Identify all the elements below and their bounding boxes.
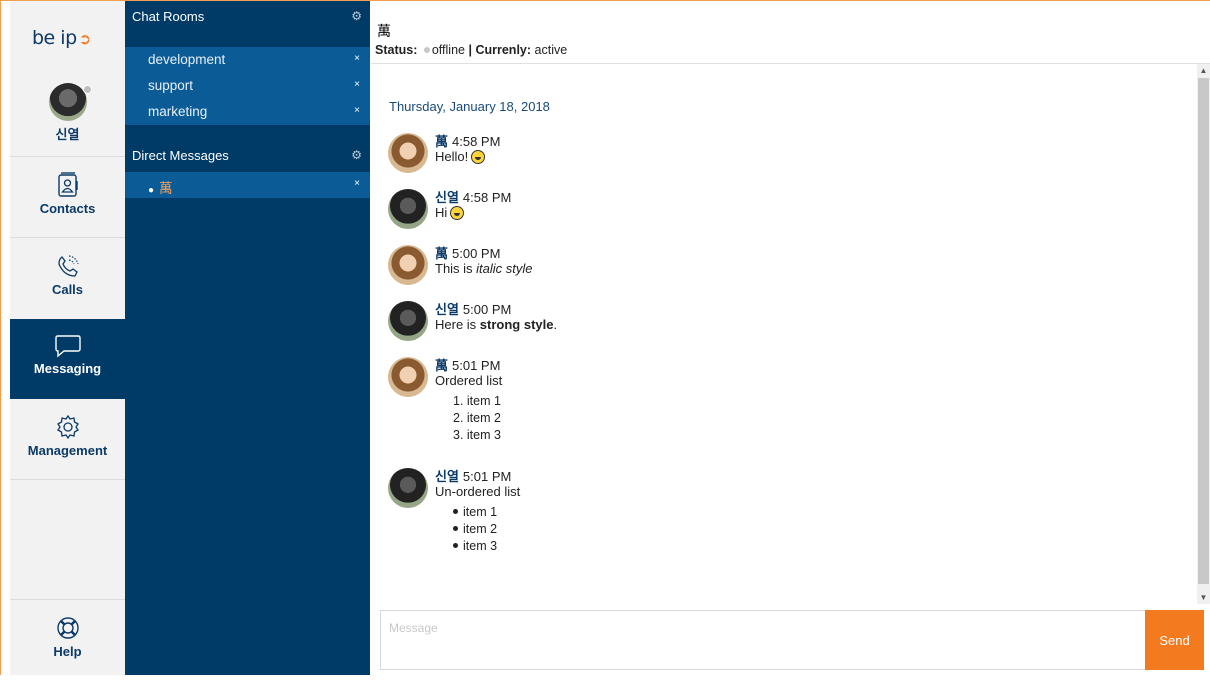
message-time: 4:58 PM — [452, 134, 501, 149]
chat-rooms-header: Chat Rooms ⚙ — [125, 1, 370, 33]
close-icon[interactable]: × — [354, 53, 360, 64]
nav-help[interactable]: Help — [10, 600, 125, 680]
message-author: 신열 — [435, 190, 459, 205]
bullet-icon — [453, 543, 458, 548]
rail-divider — [10, 479, 125, 480]
status-line: Status: offline | Currenly: active — [375, 43, 568, 57]
message-author: 萬 — [435, 134, 449, 149]
ordered-list: 1. item 1 2. item 2 3. item 3 — [453, 393, 501, 444]
room-item-marketing[interactable]: marketing × — [125, 99, 370, 125]
left-rail: be ip ➲ 신열 Contacts Calls Messaging Mana… — [10, 1, 126, 675]
dm-label: 萬 — [159, 181, 173, 196]
message-author: 신열 — [435, 469, 459, 484]
close-icon[interactable]: × — [354, 79, 360, 90]
message-input[interactable] — [380, 610, 1145, 670]
direct-messages-header: Direct Messages ⚙ — [125, 140, 370, 172]
presence-dot-icon: ● — [148, 185, 155, 196]
status-dot-icon — [423, 47, 430, 53]
message-text: Here is — [435, 317, 480, 332]
list-item: 1. item 1 — [453, 394, 501, 408]
message-list[interactable]: Thursday, January 18, 2018 萬 4:58 PM Hell… — [371, 64, 1197, 604]
nav-messaging[interactable]: Messaging — [10, 319, 125, 399]
list-item: 3. item 3 — [453, 428, 501, 442]
list-item: item 3 — [453, 538, 497, 555]
chat-rooms-settings-icon[interactable]: ⚙ — [351, 9, 362, 23]
message-text: Ordered list — [435, 373, 503, 388]
unordered-list: item 1 item 2 item 3 — [453, 504, 497, 555]
logo-mark-icon: ➲ — [78, 30, 92, 48]
room-item-support[interactable]: support × — [125, 73, 370, 99]
user-avatar[interactable] — [49, 83, 87, 121]
avatar — [388, 468, 428, 508]
message-author: 신열 — [435, 302, 459, 317]
currently-value: active — [534, 43, 568, 57]
message-text: Hi — [435, 205, 448, 220]
contacts-icon — [57, 172, 78, 197]
list-item: 2. item 2 — [453, 411, 501, 425]
message-author: 萬 — [435, 358, 449, 373]
currently-label: Currenly: — [475, 43, 532, 57]
grin-emoji-icon — [450, 206, 465, 220]
list-item: item 2 — [453, 521, 497, 538]
close-icon[interactable]: × — [354, 178, 360, 189]
message-time: 4:58 PM — [462, 190, 512, 205]
avatar — [388, 189, 428, 229]
message-time: 5:01 PM — [462, 469, 512, 484]
room-label: marketing — [148, 104, 208, 119]
bullet-icon — [453, 526, 458, 531]
date-separator: Thursday, January 18, 2018 — [389, 99, 550, 114]
bold-text: strong style — [479, 317, 554, 332]
avatar — [388, 301, 428, 341]
lifebuoy-icon — [56, 617, 79, 639]
dm-item[interactable]: ● 萬 × — [125, 172, 370, 198]
chat-bubble-icon — [54, 335, 81, 358]
bullet-icon — [453, 509, 458, 514]
message-scrollbar[interactable]: ▲ ▼ — [1197, 64, 1210, 604]
gear-icon — [56, 414, 79, 440]
room-label: support — [148, 78, 194, 93]
user-name: 신열 — [55, 127, 80, 142]
nav-contacts[interactable]: Contacts — [10, 157, 125, 237]
direct-messages-settings-icon[interactable]: ⚙ — [351, 148, 362, 162]
room-label: development — [148, 52, 226, 67]
message-text: Un-ordered list — [435, 484, 521, 499]
close-icon[interactable]: × — [354, 105, 360, 116]
message-author: 萬 — [435, 246, 449, 261]
nav-help-label: Help — [53, 644, 82, 659]
avatar — [388, 133, 428, 173]
list-item: item 1 — [453, 504, 497, 521]
nav-messaging-label: Messaging — [33, 361, 102, 376]
presence-indicator-icon — [83, 85, 92, 94]
phone-icon — [57, 255, 79, 277]
nav-management-label: Management — [27, 443, 108, 458]
message-time: 5:00 PM — [452, 246, 501, 261]
smile-emoji-icon — [471, 150, 486, 164]
avatar — [388, 357, 428, 397]
nav-management[interactable]: Management — [10, 399, 125, 479]
status-value: offline — [431, 43, 465, 57]
nav-calls-label: Calls — [51, 282, 84, 297]
conversation-pane: 萬 Status: offline | Currenly: active Thu… — [371, 1, 1210, 675]
channels-panel: Chat Rooms ⚙ development × support × mar… — [125, 1, 370, 675]
nav-calls[interactable]: Calls — [10, 238, 125, 318]
room-item-development[interactable]: development × — [125, 47, 370, 73]
scroll-thumb[interactable] — [1198, 78, 1209, 584]
app-logo: be ip ➲ — [32, 27, 91, 49]
status-label: Status: — [375, 43, 418, 57]
send-button[interactable]: Send — [1145, 610, 1204, 670]
chat-rooms-title: Chat Rooms — [132, 9, 205, 24]
conversation-title: 萬 — [377, 23, 391, 39]
avatar — [388, 245, 428, 285]
direct-messages-title: Direct Messages — [132, 148, 229, 163]
message-time: 5:01 PM — [452, 358, 501, 373]
nav-contacts-label: Contacts — [39, 201, 96, 216]
scroll-up-icon[interactable]: ▲ — [1197, 64, 1210, 77]
window-left-border — [0, 0, 1, 675]
scroll-down-icon[interactable]: ▼ — [1197, 591, 1210, 604]
message-text: This is — [435, 261, 477, 276]
message-text: Hello! — [435, 149, 469, 164]
message-time: 5:00 PM — [462, 302, 512, 317]
italic-text: italic style — [476, 261, 533, 276]
